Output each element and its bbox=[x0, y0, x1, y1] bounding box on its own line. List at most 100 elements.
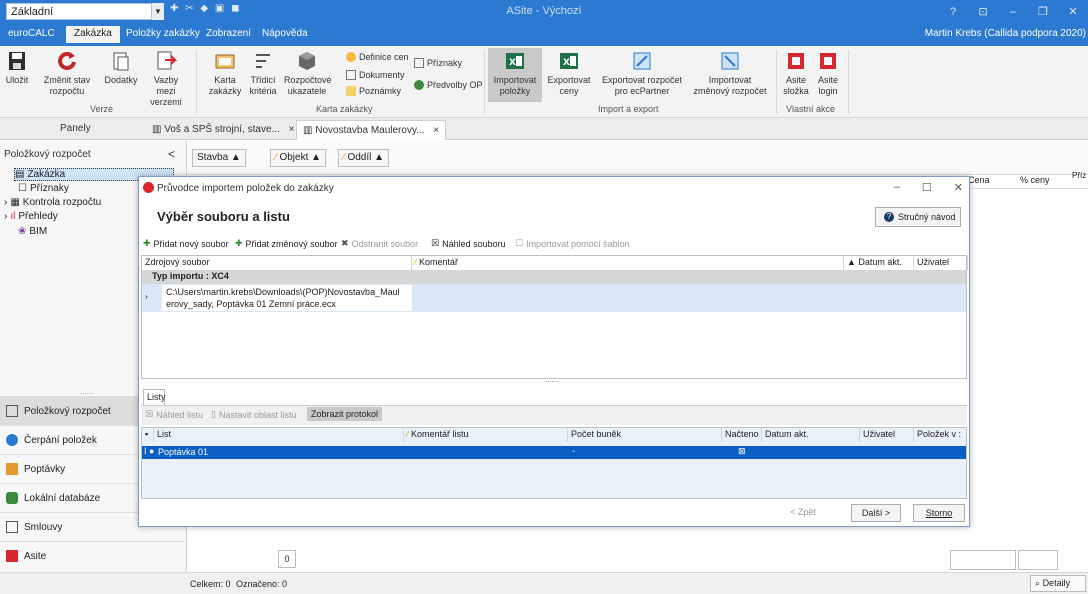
quick-guide-button[interactable]: ? Stručný návod bbox=[875, 207, 961, 227]
price-definitions-icon bbox=[346, 52, 356, 62]
nav-asite[interactable]: Asite bbox=[0, 541, 187, 570]
help-circle-icon: ? bbox=[884, 212, 894, 222]
group-by-stavba[interactable]: Stavba ▲ bbox=[192, 149, 246, 167]
cancel-button[interactable]: Storno bbox=[913, 504, 965, 522]
details-button[interactable]: ⌕ Detaily bbox=[1030, 575, 1086, 592]
amendments-button[interactable]: Dodatky bbox=[104, 50, 138, 86]
bim-icon: ❀ bbox=[18, 226, 27, 237]
column-list[interactable]: List bbox=[154, 428, 404, 442]
group-row-xc4[interactable]: Typ importu : XC4 bbox=[142, 270, 966, 284]
sheet-row[interactable]: I ● Poptávka 01 - ⊠ bbox=[142, 446, 966, 459]
collapse-panel-icon[interactable]: < bbox=[168, 147, 175, 161]
user-name[interactable]: Martin Krebs (Callida podpora 2020) bbox=[925, 28, 1086, 39]
close-tab-icon[interactable]: × bbox=[433, 125, 439, 136]
save-button[interactable]: Uložit bbox=[4, 50, 30, 86]
remove-file-button[interactable]: ✖ Odstranit soubor bbox=[341, 238, 418, 249]
group-by-objekt[interactable]: ⁄ Objekt ▲ bbox=[270, 149, 327, 167]
budget-indicators-button[interactable]: Rozpočtové ukazatele bbox=[284, 50, 332, 97]
job-card-button[interactable]: Karta zakázky bbox=[208, 50, 242, 97]
next-button[interactable]: Další > bbox=[851, 504, 901, 522]
file-row[interactable]: › C:\Users\martin.krebs\Downloads\(POP)N… bbox=[142, 284, 966, 312]
file-path[interactable]: C:\Users\martin.krebs\Downloads\(POP)Nov… bbox=[162, 285, 412, 311]
column-pct-ceny[interactable]: % ceny bbox=[1020, 175, 1050, 185]
template-import-button[interactable]: ☐ Importovat pomocí šablon bbox=[515, 238, 630, 249]
help-icon[interactable]: ? bbox=[938, 0, 968, 24]
doc-tab-novostavba[interactable]: ▥ Novostavba Maulerovy... × bbox=[296, 120, 447, 140]
version-links-button[interactable]: Vazby mezi verzemi bbox=[144, 50, 188, 108]
import-change-budget-button[interactable]: Importovat změnový rozpočet bbox=[690, 50, 770, 97]
cube-icon bbox=[296, 50, 318, 72]
column-zdrojovy-soubor[interactable]: Zdrojový soubor bbox=[142, 256, 412, 270]
asite-login-icon bbox=[817, 50, 839, 72]
panels-label[interactable]: Panely bbox=[60, 123, 91, 134]
tab-polozky-zakazky[interactable]: Položky zakázky bbox=[126, 28, 200, 39]
asite-login-button[interactable]: Asite login bbox=[814, 50, 842, 97]
job-card-icon bbox=[214, 50, 236, 72]
grid-splitter[interactable]: ...... bbox=[545, 375, 558, 384]
expand-arrow-icon[interactable]: › bbox=[4, 197, 7, 208]
column-datum-akt[interactable]: ▲ Datum akt. bbox=[844, 256, 914, 270]
grid-icon bbox=[6, 405, 18, 417]
restore-button[interactable]: ❐ bbox=[1028, 0, 1058, 24]
close-button[interactable]: ✕ bbox=[1058, 0, 1088, 24]
change-budget-state-button[interactable]: Změnit stav rozpočtu bbox=[40, 50, 94, 97]
dialog-close-button[interactable]: ✕ bbox=[954, 181, 963, 194]
database-icon bbox=[6, 492, 18, 504]
export-prices-button[interactable]: X Exportovat ceny bbox=[546, 50, 592, 97]
loaded-checkbox[interactable]: ⊠ bbox=[738, 446, 746, 457]
tab-eurocalc[interactable]: euroCALC bbox=[8, 28, 55, 39]
dialog-maximize-button[interactable]: ☐ bbox=[922, 181, 932, 194]
column-pocet-bunek[interactable]: Počet buněk bbox=[568, 428, 722, 442]
ribbon-separator bbox=[848, 50, 849, 114]
column-cena[interactable]: Cena bbox=[968, 175, 990, 185]
column-komentar[interactable]: ⁄ Komentář bbox=[412, 256, 844, 270]
preview-icon: ☒ bbox=[145, 409, 154, 419]
close-tab-icon[interactable]: × bbox=[289, 124, 295, 135]
add-file-button[interactable]: ✚ Přidat nový soubor bbox=[143, 238, 229, 249]
folder-icon: ▥ bbox=[303, 125, 313, 136]
summary-cell bbox=[1018, 550, 1058, 570]
set-sheet-range-button[interactable]: ▯ Nastavit oblast listu bbox=[211, 409, 297, 420]
column-polozek[interactable]: Položek v : bbox=[914, 428, 968, 442]
price-definitions-button[interactable]: Definice cen bbox=[346, 52, 409, 62]
tree-item-prehledy[interactable]: › ıl Přehledy bbox=[4, 211, 58, 222]
add-change-file-button[interactable]: ✚ Přidat změnový soubor bbox=[235, 238, 338, 249]
dialog-minimize-button[interactable]: – bbox=[894, 181, 900, 194]
preview-icon: ☒ bbox=[431, 238, 440, 248]
sheet-name[interactable]: Poptávka 01 bbox=[158, 447, 208, 457]
tree-item-priznaky[interactable]: ☐ Příznaky bbox=[18, 183, 69, 194]
doc-tab-vos-sps[interactable]: ▥ Voš a SPŠ strojní, stave... × bbox=[146, 120, 300, 140]
column-priznaky[interactable]: Přízk bbox=[1072, 171, 1086, 180]
tab-zakazka[interactable]: Zakázka bbox=[66, 26, 120, 43]
panel-title: Položkový rozpočet bbox=[4, 149, 91, 160]
op-preferences-button[interactable]: Předvolby OP bbox=[414, 80, 483, 90]
asite-folder-button[interactable]: Asite složka bbox=[782, 50, 810, 97]
tree-item-bim[interactable]: ❀ BIM bbox=[18, 226, 47, 237]
back-button[interactable]: < Zpět bbox=[783, 504, 823, 522]
ribbon-display-icon[interactable]: ⊡ bbox=[968, 0, 998, 24]
expand-arrow-icon[interactable]: › bbox=[4, 211, 7, 222]
flags-icon bbox=[414, 58, 424, 68]
splitter-grip[interactable]: ...... bbox=[80, 387, 93, 396]
column-nacteno[interactable]: Načteno bbox=[722, 428, 762, 442]
sort-criteria-button[interactable]: Třídicí kritéria bbox=[246, 50, 280, 97]
tree-item-kontrola[interactable]: › ▦ Kontrola rozpočtu bbox=[4, 197, 101, 208]
tab-listy[interactable]: Listy bbox=[143, 389, 166, 405]
column-datum-akt[interactable]: Datum akt. bbox=[762, 428, 860, 442]
notes-button[interactable]: Poznámky bbox=[346, 86, 401, 96]
tab-napoveda[interactable]: Nápověda bbox=[262, 28, 308, 39]
minimize-button[interactable]: – bbox=[998, 0, 1028, 24]
sheet-preview-button[interactable]: ☒ Náhled listu bbox=[145, 409, 203, 420]
column-komentar-listu[interactable]: ⁄ Komentář listu bbox=[404, 428, 568, 442]
tab-zobrazeni[interactable]: Zobrazení bbox=[206, 28, 251, 39]
title-bar: Základní ▼ ✚ ✂ ◆ ▣ ◼ ASite - Výchozí ? ⊡… bbox=[0, 0, 1088, 24]
documents-button[interactable]: Dokumenty bbox=[346, 70, 405, 80]
import-items-button[interactable]: X Importovat položky bbox=[488, 48, 542, 102]
group-by-oddil[interactable]: ⁄ Oddíl ▲ bbox=[338, 149, 390, 167]
show-protocol-button[interactable]: Zobrazit protokol bbox=[307, 407, 383, 421]
flags-button[interactable]: Příznaky bbox=[414, 58, 462, 68]
preview-file-button[interactable]: ☒ Náhled souboru bbox=[431, 238, 506, 249]
column-uzivatel[interactable]: Uživatel bbox=[914, 256, 968, 270]
column-uzivatel[interactable]: Uživatel bbox=[860, 428, 914, 442]
export-ecpartner-button[interactable]: Exportovat rozpočet pro ecPartner bbox=[596, 50, 688, 97]
